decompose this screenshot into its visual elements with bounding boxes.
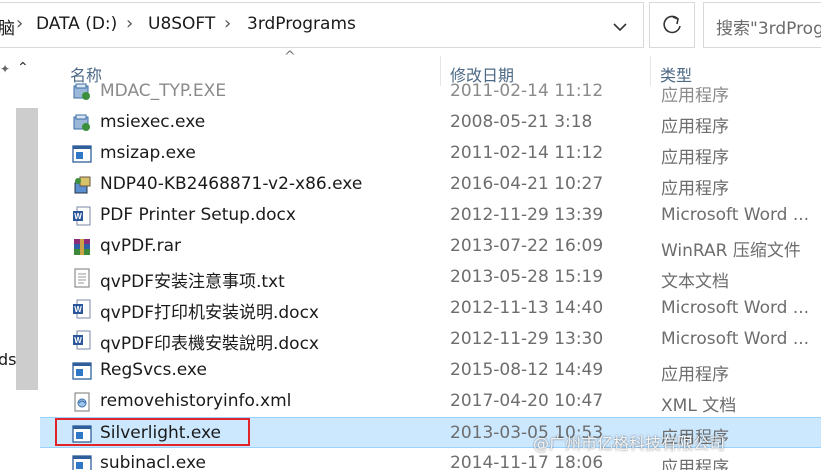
file-type: 文本文档 <box>661 272 729 292</box>
file-modified-date: 2015-08-12 14:49 <box>450 360 604 380</box>
file-modified-date: 2012-11-13 14:40 <box>450 298 604 318</box>
file-row[interactable]: msizap.exe 2011-02-14 11:12 应用程序 <box>40 138 821 169</box>
file-modified-date: 2008-05-21 3:18 <box>450 112 593 132</box>
breadcrumb-item-u8soft[interactable]: U8SOFT <box>148 14 215 34</box>
word-doc-icon: W <box>73 299 91 319</box>
file-name: subinacl.exe <box>100 453 206 470</box>
file-row[interactable]: NDP40-KB2468871-v2-x86.exe 2016-04-21 10:… <box>40 169 821 200</box>
file-type: 应用程序 <box>661 458 729 470</box>
file-row[interactable]: WqvPDF印表機安裝說明.docx 2012-11-29 13:30 Micros… <box>40 324 821 355</box>
pin-icon: ✦ <box>0 62 11 76</box>
svg-text:W: W <box>74 305 82 314</box>
file-modified-date: 2012-11-29 13:39 <box>450 205 604 225</box>
file-modified-date: 2011-02-14 11:12 <box>450 143 604 163</box>
breadcrumb-separator-icon[interactable]: › <box>126 13 133 34</box>
file-row[interactable]: MDAC_TYP.EXE 2011-02-14 11:12 应用程序 <box>40 80 821 107</box>
winrar-archive-icon <box>74 239 90 255</box>
svg-text:W: W <box>74 212 82 221</box>
file-type: 应用程序 <box>661 86 729 106</box>
file-row[interactable]: W PDF Printer Setup.docx 2012-11-29 13:39 M… <box>40 200 821 231</box>
breadcrumb-separator-icon[interactable]: › <box>16 13 23 34</box>
file-name: RegSvcs.exe <box>100 360 207 380</box>
svg-text:W: W <box>74 336 82 345</box>
file-row[interactable]: msiexec.exe 2008-05-21 3:18 应用程序 <box>40 107 821 138</box>
file-name: qvPDF打印机安装说明.docx <box>100 303 319 323</box>
file-modified-date: 2017-04-20 10:47 <box>450 391 604 411</box>
file-name: MDAC_TYP.EXE <box>100 81 227 101</box>
file-modified-date: 2012-11-29 13:30 <box>450 329 604 349</box>
file-name: qvPDF安装注意事项.txt <box>100 272 285 292</box>
watermark-text: @广州市亿格科技有限公司 <box>533 434 726 453</box>
exe-window-icon <box>72 362 92 380</box>
exe-window-icon <box>72 425 92 443</box>
file-name: NDP40-KB2468871-v2-x86.exe <box>100 174 363 194</box>
file-name: qvPDF印表機安裝說明.docx <box>100 334 319 354</box>
breadcrumb-separator-icon[interactable]: › <box>224 13 231 34</box>
text-file-icon <box>74 268 90 288</box>
file-row[interactable]: removehistoryinfo.xml 2017-04-20 10:47 XML… <box>40 386 821 417</box>
file-name: msiexec.exe <box>100 112 206 132</box>
exe-window-icon <box>72 455 92 470</box>
file-type: Microsoft Word ... <box>661 205 810 225</box>
exe-window-icon <box>72 145 92 163</box>
file-type: WinRAR 压缩文件 <box>661 241 801 261</box>
file-type: Microsoft Word ... <box>661 329 810 349</box>
file-type: 应用程序 <box>661 179 729 199</box>
file-row[interactable]: qvPDF.rar 2013-07-22 16:09 WinRAR 压缩文件 <box>40 231 821 262</box>
file-row[interactable]: qvPDF安装注意事项.txt 2013-05-28 15:19 文本文档 <box>40 262 821 293</box>
breadcrumb-item-data-drive[interactable]: DATA (D:) <box>36 14 117 34</box>
word-doc-icon: W <box>73 206 91 226</box>
file-modified-date: 2011-02-14 11:12 <box>450 81 604 101</box>
chevron-down-icon[interactable] <box>610 17 630 37</box>
address-bar-row: 脑 › DATA (D:) › U8SOFT › 3rdPrograms 搜索"… <box>0 0 821 50</box>
scroll-up-icon[interactable]: ⌃ <box>17 60 29 76</box>
file-type: 应用程序 <box>661 117 729 137</box>
file-type: XML 文档 <box>661 396 737 416</box>
file-modified-date: 2014-11-17 18:06 <box>450 453 604 470</box>
xml-file-icon <box>74 392 90 412</box>
refresh-icon <box>663 15 681 34</box>
file-name: removehistoryinfo.xml <box>100 391 292 411</box>
word-doc-icon: W <box>73 330 91 350</box>
nav-scrollbar-thumb[interactable] <box>16 108 38 390</box>
breadcrumb-partial[interactable]: 脑 <box>0 14 15 39</box>
nav-item-partial[interactable]: ds <box>0 350 17 369</box>
file-type: 应用程序 <box>661 148 729 168</box>
file-name: qvPDF.rar <box>100 236 182 256</box>
sort-ascending-icon: ^ <box>284 49 296 65</box>
file-modified-date: 2013-05-28 15:19 <box>450 267 604 287</box>
file-type: Microsoft Word ... <box>661 298 810 318</box>
file-name: Silverlight.exe <box>100 423 221 443</box>
file-name: msizap.exe <box>100 143 196 163</box>
setup-package-icon <box>74 176 91 194</box>
file-modified-date: 2013-07-22 16:09 <box>450 236 604 256</box>
address-bar[interactable]: 脑 › DATA (D:) › U8SOFT › 3rdPrograms <box>0 2 644 48</box>
file-row[interactable]: WqvPDF打印机安装说明.docx 2012-11-13 14:40 Micros… <box>40 293 821 324</box>
file-list: MDAC_TYP.EXE 2011-02-14 11:12 应用程序 msiexec.… <box>40 80 821 470</box>
installer-icon <box>73 114 90 131</box>
breadcrumb-item-3rdprograms[interactable]: 3rdPrograms <box>247 14 356 34</box>
refresh-button[interactable] <box>649 2 695 48</box>
navigation-pane: ✦ ⌃ ds <box>0 50 40 470</box>
file-modified-date: 2016-04-21 10:27 <box>450 174 604 194</box>
file-type: 应用程序 <box>661 365 729 385</box>
file-row[interactable]: RegSvcs.exe 2015-08-12 14:49 应用程序 <box>40 355 821 386</box>
file-name: PDF Printer Setup.docx <box>100 205 296 225</box>
search-input[interactable]: 搜索"3rdProg <box>703 2 821 48</box>
installer-icon <box>73 83 90 100</box>
search-placeholder: 搜索"3rdProg <box>716 19 821 39</box>
